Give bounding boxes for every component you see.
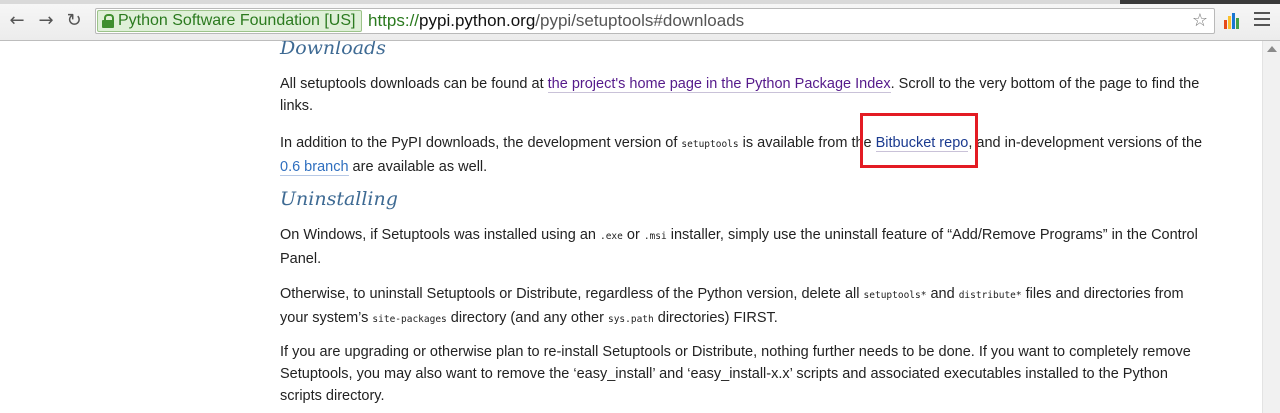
inline-code: .msi (643, 231, 667, 242)
page-viewport: Downloads All setuptools downloads can b… (0, 41, 1262, 413)
inline-code: sys.path (607, 314, 654, 325)
downloads-paragraph-1: All setuptools downloads can be found at… (280, 73, 1210, 117)
text-span: are available as well. (348, 159, 488, 175)
forward-arrow-icon[interactable]: → (35, 10, 57, 32)
text-span: directories) FIRST. (653, 310, 778, 326)
ev-organization-name: Python Software Foundation [US] (118, 12, 356, 29)
ev-certificate-badge[interactable]: Python Software Foundation [US] (97, 10, 363, 32)
tab-strip-edge (0, 0, 1280, 4)
uninstalling-paragraph-1: On Windows, if Setuptools was installed … (280, 224, 1210, 270)
back-arrow-icon[interactable]: ← (6, 10, 28, 32)
text-span: and (926, 286, 959, 302)
text-span: , and in-development versions of the (968, 135, 1203, 151)
url-path: /pypi/setuptools#downloads (535, 11, 745, 30)
downloads-heading: Downloads (280, 41, 386, 59)
text-span: All setuptools downloads can be found at (280, 76, 548, 92)
pypi-home-link[interactable]: the project's home page in the Python Pa… (547, 76, 891, 93)
text-span: is available from the (738, 135, 876, 151)
inline-code: setuptools (681, 139, 739, 150)
inline-code: setuptools* (863, 290, 927, 301)
vertical-scrollbar[interactable] (1262, 41, 1280, 413)
browser-menu-icon[interactable] (1254, 12, 1270, 28)
text-span: In addition to the PyPI downloads, the d… (280, 135, 682, 151)
bookmark-star-icon[interactable]: ☆ (1192, 10, 1208, 31)
scroll-up-arrow-icon[interactable] (1267, 46, 1277, 52)
reload-icon[interactable]: ↻ (63, 10, 85, 32)
inline-code: distribute* (958, 290, 1022, 301)
url-host: pypi.python.org (419, 11, 536, 30)
text-span: or (622, 227, 644, 243)
browser-toolbar: ← → ↻ Python Software Foundation [US] ht… (0, 0, 1280, 41)
uninstalling-paragraph-2: Otherwise, to uninstall Setuptools or Di… (280, 283, 1210, 331)
downloads-paragraph-2: In addition to the PyPI downloads, the d… (280, 132, 1210, 178)
highlight-annotation-box (860, 113, 978, 168)
url-scheme: https:// (368, 11, 420, 30)
text-span: directory (and any other (446, 310, 608, 326)
lock-icon (102, 14, 114, 28)
uninstalling-heading: Uninstalling (280, 188, 398, 210)
inline-code: .exe (599, 231, 623, 242)
branch-link[interactable]: 0.6 branch (280, 159, 349, 176)
url-text[interactable]: https://pypi.python.org/pypi/setuptools#… (368, 11, 744, 31)
address-bar[interactable]: Python Software Foundation [US] https://… (95, 8, 1215, 34)
inline-code: site-packages (372, 314, 447, 325)
uninstalling-paragraph-3: If you are upgrading or otherwise plan t… (280, 344, 1191, 404)
extension-icon[interactable] (1224, 13, 1240, 29)
text-span: On Windows, if Setuptools was installed … (280, 227, 600, 243)
text-span: Otherwise, to uninstall Setuptools or Di… (280, 286, 864, 302)
